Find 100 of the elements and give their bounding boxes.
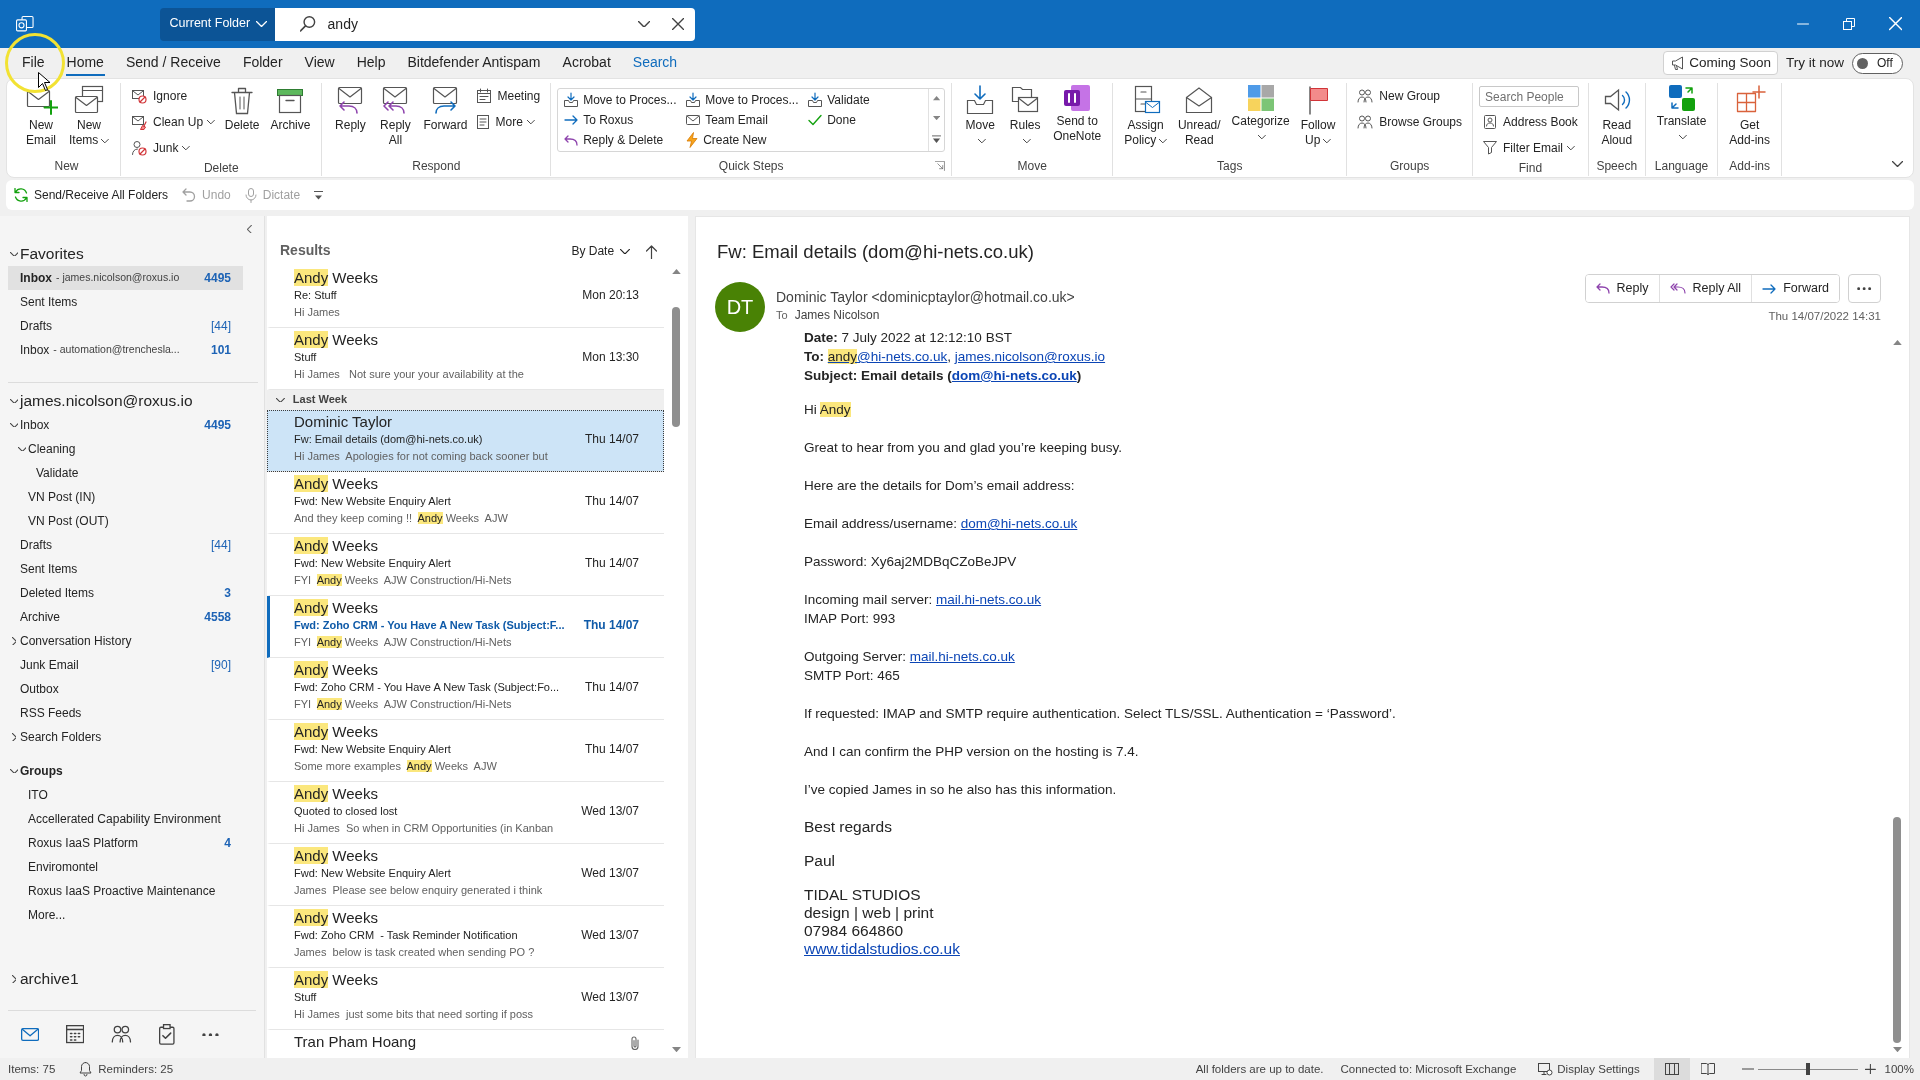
folder-item[interactable]: Inbox 4495 (8, 413, 243, 437)
scroll-up-icon[interactable] (933, 96, 941, 101)
ribbon-button[interactable]: Clean Up (127, 109, 219, 135)
search-field[interactable]: andy (275, 7, 696, 41)
folder-item[interactable]: Conversation History (8, 629, 243, 653)
message-item[interactable]: Andy Weeks Fwd: New Website Enquiry Alert Wed 13/07 James Please see below enquiry generated i think (267, 844, 664, 906)
folder-item[interactable]: Cleaning (8, 437, 243, 461)
ribbon-button[interactable]: Forward (418, 83, 473, 133)
plus-icon[interactable] (1864, 1063, 1876, 1075)
menu-tab[interactable]: Help (345, 48, 397, 78)
chevron-right-icon[interactable] (11, 732, 17, 742)
display-settings-button[interactable]: Display Settings (1538, 1061, 1640, 1077)
arrow-up-icon[interactable] (646, 244, 657, 259)
ribbon-button[interactable]: Unread/ Read (1172, 83, 1226, 148)
message-item[interactable]: Andy Weeks Stuff Wed 13/07 Hi James just some bits that need sorting if poss (267, 968, 664, 1030)
reminders-text[interactable]: Reminders: 25 (98, 1061, 174, 1077)
menu-tab[interactable]: Acrobat (551, 48, 622, 78)
ribbon-button[interactable]: New Group (1353, 83, 1467, 109)
minimize-icon[interactable] (1796, 23, 1809, 25)
ribbon-button[interactable]: Rules (1003, 83, 1048, 148)
folder-item[interactable]: More... (8, 903, 243, 927)
action-button[interactable]: Reply (1585, 275, 1660, 302)
folder-item[interactable]: VN Post (IN) (8, 485, 243, 509)
more-icon[interactable] (201, 1032, 219, 1037)
coming-soon-button[interactable]: Coming Soon (1663, 51, 1778, 75)
folder-item[interactable]: Validate (8, 461, 243, 485)
toggle-switch[interactable]: Off (1852, 52, 1903, 74)
chevron-down-icon[interactable] (17, 446, 27, 452)
scroll-up-icon[interactable] (1892, 340, 1902, 346)
folder-item[interactable]: Enviromontel (8, 855, 243, 879)
restore-icon[interactable] (1842, 18, 1855, 30)
chevron-down-icon[interactable] (9, 422, 19, 428)
menu-tab[interactable]: Folder (231, 48, 294, 78)
menu-tab[interactable]: Bitdefender Antispam (396, 48, 552, 78)
chevron-down-icon[interactable] (9, 251, 19, 257)
ribbon-button[interactable]: Meeting (473, 83, 545, 109)
ribbon-button[interactable]: Archive (265, 83, 316, 133)
scrollbar-thumb[interactable] (1893, 816, 1901, 1043)
scope-dropdown[interactable]: Current Folder (159, 7, 276, 41)
quick-step-button[interactable]: Team Email (682, 110, 805, 130)
calendar-icon[interactable] (66, 1025, 85, 1044)
chevron-down-icon[interactable] (9, 768, 19, 774)
chevron-down-icon[interactable] (1892, 161, 1903, 167)
chevron-down-icon[interactable] (9, 398, 19, 404)
view-button[interactable] (1653, 1058, 1690, 1080)
ribbon-button[interactable]: New Items (64, 83, 115, 148)
group-header[interactable]: Last Week (267, 390, 664, 410)
folder-item[interactable]: Archive 4558 (8, 605, 243, 629)
scroll-down-icon[interactable] (671, 1046, 681, 1052)
search-field[interactable]: Search People (1479, 86, 1580, 107)
message-item[interactable]: Andy Weeks Fwd: Zoho CRM - You Have A New Task (Subject:F... Thu 14/07 FYI Andy Weeks AJW Construction/Hi-Nets (267, 596, 664, 658)
email-link[interactable]: mail.hi-nets.co.uk (909, 649, 1015, 664)
folder-item[interactable]: Roxus IaaS Proactive Maintenance (8, 879, 243, 903)
chevron-left-icon[interactable] (247, 224, 252, 234)
folder-item[interactable]: Accellerated Capability Environment (8, 807, 243, 831)
message-item[interactable]: Andy Weeks Fwd: New Website Enquiry Alert Thu 14/07 FYI Andy Weeks AJW Construction/Hi-Nets (267, 534, 664, 596)
folder-item[interactable]: VN Post (OUT) (8, 509, 243, 533)
chevron-right-icon[interactable] (11, 636, 17, 646)
more-button[interactable] (1848, 274, 1881, 303)
folder-item[interactable]: Deleted Items 3 (8, 581, 243, 605)
envelope-icon[interactable] (21, 1028, 40, 1041)
folder-item[interactable]: Junk Email [90] (8, 653, 243, 677)
dialog-launcher-icon[interactable] (935, 161, 946, 171)
message-item[interactable]: Dominic Taylor Fw: Email details (dom@hi-nets.co.uk) Thu 14/07 Hi James Apologies for not coming back sooner but (267, 410, 664, 472)
folder-item[interactable]: Drafts [44] (8, 533, 243, 557)
menu-tab[interactable]: Search (621, 48, 689, 78)
folder-item[interactable]: Inbox - james.nicolson@roxus.io 4495 (8, 266, 243, 290)
scrollbar-thumb[interactable] (672, 307, 680, 428)
close-icon[interactable] (672, 17, 685, 31)
folder-item[interactable]: Outbox (8, 677, 243, 701)
message-item[interactable]: Andy Weeks Re: Stuff Mon 20:13 Hi James (267, 266, 664, 328)
chevron-right-icon[interactable] (11, 974, 17, 984)
folder-item[interactable]: RSS Feeds (8, 701, 243, 725)
ribbon-button[interactable]: Address Book (1479, 109, 1582, 135)
ribbon-button[interactable]: Browse Groups (1353, 109, 1467, 135)
folder-item[interactable]: ITO (8, 783, 243, 807)
dropdown-caret-icon[interactable] (314, 190, 324, 200)
email-link[interactable]: www.tidalstudios.co.uk (804, 940, 960, 957)
email-link[interactable]: dom@hi-nets.co.uk (960, 516, 1078, 531)
ribbon-button[interactable]: Assign Policy (1119, 83, 1172, 148)
message-item[interactable]: Andy Weeks Quoted to closed lost Wed 13/07 Hi James So when in CRM Opportunities (in Kanban (267, 782, 664, 844)
search-input[interactable]: andy (327, 12, 630, 36)
app-logo-icon[interactable] (16, 15, 34, 33)
folder-item[interactable]: Search Folders (8, 725, 243, 749)
folder-item[interactable]: Sent Items (8, 557, 243, 581)
toolbar-button[interactable]: Send/Receive All Folders (14, 187, 169, 203)
ribbon-button[interactable]: Get Add-ins (1724, 83, 1775, 148)
ribbon-button[interactable]: Follow Up (1295, 83, 1341, 148)
quick-step-button[interactable]: Done (804, 110, 927, 130)
quick-step-button[interactable]: Validate (804, 90, 927, 110)
quick-step-button[interactable]: Create New (682, 130, 805, 150)
slider-thumb[interactable] (1805, 1063, 1810, 1075)
email-link[interactable]: mail.hi-nets.co.uk (936, 592, 1042, 607)
ribbon-button[interactable]: Reply (328, 83, 373, 133)
scroll-up-icon[interactable] (671, 269, 681, 275)
message-item[interactable]: Andy Weeks Fwd: Zoho CRM - Task Reminder Notification Wed 13/07 James below is task created when sending PO ? (267, 906, 664, 968)
sort-dropdown[interactable]: By Date (571, 244, 630, 259)
people-icon[interactable] (111, 1025, 133, 1044)
quick-step-button[interactable]: Move to Proces... (682, 90, 805, 110)
clipboard-check-icon[interactable] (159, 1024, 175, 1045)
